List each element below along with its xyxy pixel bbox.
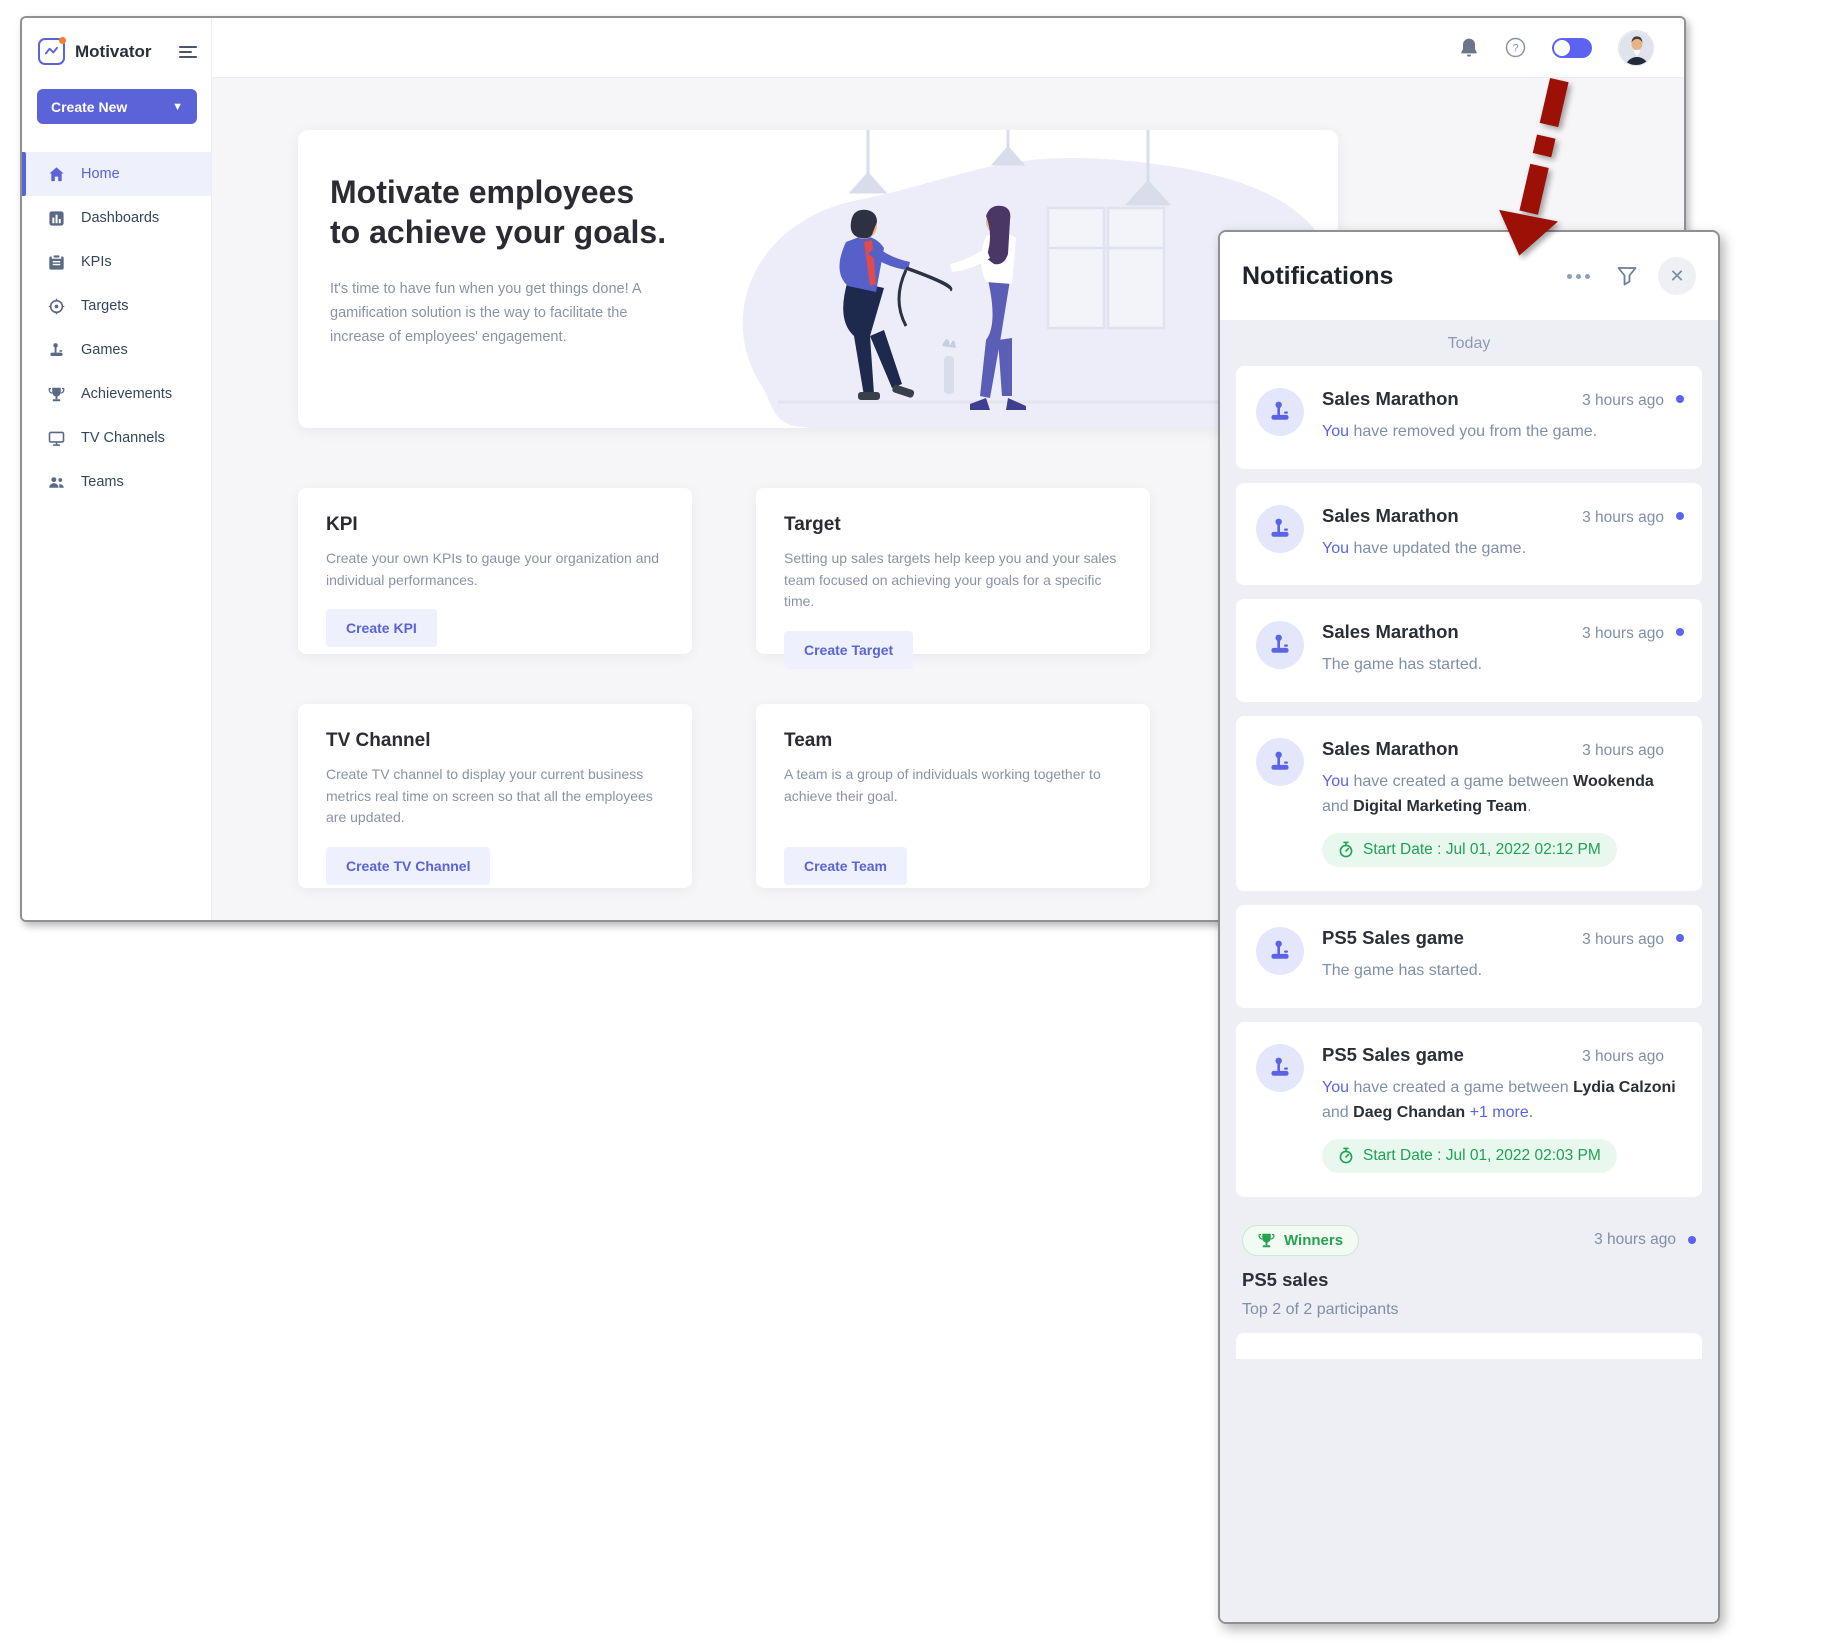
joystick-icon xyxy=(1256,388,1304,436)
start-date-badge: Start Date : Jul 01, 2022 02:12 PM xyxy=(1322,832,1617,867)
winners-subtitle: Top 2 of 2 participants xyxy=(1242,1300,1399,1318)
stopwatch-icon xyxy=(1339,842,1353,858)
sidebar-item-targets[interactable]: Targets xyxy=(22,284,211,328)
create-target-button[interactable]: Create Target xyxy=(784,631,914,670)
team-card-title: Team xyxy=(784,730,833,751)
hero-card: Motivate employees to achieve your goals… xyxy=(298,130,1338,428)
create-team-button[interactable]: Create Team xyxy=(784,847,908,886)
notification-card[interactable]: Sales Marathon 3 hours ago You have remov… xyxy=(1236,366,1702,469)
more-options-icon[interactable] xyxy=(1567,273,1590,279)
sidebar-item-dashboards[interactable]: Dashboards xyxy=(22,196,211,240)
notification-card[interactable]: Sales Marathon 3 hours ago You have updat… xyxy=(1236,482,1702,586)
svg-text:?: ? xyxy=(1512,43,1518,55)
theme-toggle[interactable] xyxy=(1552,37,1592,58)
app-title: Motivator xyxy=(75,41,152,61)
more-participants-link[interactable]: +1 more. xyxy=(1470,1104,1534,1121)
targets-icon xyxy=(48,298,65,314)
winners-notification[interactable]: Winners 3 hours ago PS5 sales Top 2 of 2… xyxy=(1236,1211,1702,1329)
target-card-title: Target xyxy=(784,514,841,535)
notification-card[interactable]: Sales Marathon 3 hours ago The game has s… xyxy=(1236,599,1702,702)
filter-icon[interactable] xyxy=(1616,265,1638,287)
unread-dot xyxy=(1688,1236,1696,1245)
sidebar-nav: Home Dashboards KPIs Targets Games Achie… xyxy=(22,152,211,504)
target-card: Target Setting up sales targets help kee… xyxy=(756,488,1150,670)
kpi-card: KPI Create your own KPIs to gauge your o… xyxy=(298,488,692,654)
team-card-description: A team is a group of individuals working… xyxy=(784,766,1101,804)
bell-icon[interactable] xyxy=(1459,37,1479,59)
unread-dot xyxy=(1676,395,1684,403)
annotation-arrow xyxy=(1499,78,1569,256)
trophy-icon xyxy=(1258,1233,1275,1248)
collapse-menu-icon[interactable] xyxy=(179,43,197,61)
tv-channel-card-description: Create TV channel to display your curren… xyxy=(326,766,653,826)
winners-badge: Winners xyxy=(1242,1224,1360,1256)
help-icon[interactable]: ? xyxy=(1505,37,1526,58)
sidebar-item-tv-channels[interactable]: TV Channels xyxy=(22,416,211,460)
caret-down-icon: ▼ xyxy=(172,100,183,113)
notifications-panel: Notifications ✕ Today Sales Marathon 3 ho… xyxy=(1218,230,1720,1624)
notifications-header: Notifications ✕ xyxy=(1220,232,1718,320)
logo-row: Motivator xyxy=(22,18,211,75)
sidebar-item-teams[interactable]: Teams xyxy=(22,460,211,504)
sidebar-item-kpis[interactable]: KPIs xyxy=(22,240,211,284)
dashboards-icon xyxy=(49,210,64,226)
joystick-icon xyxy=(1256,737,1304,786)
sidebar-item-games[interactable]: Games xyxy=(22,328,211,372)
team-card: Team A team is a group of individuals wo… xyxy=(756,704,1150,888)
notification-card[interactable]: PS5 Sales game 3 hours ago You have creat… xyxy=(1236,1021,1702,1197)
unread-dot xyxy=(1676,511,1684,520)
create-tv-channel-button[interactable]: Create TV Channel xyxy=(326,847,491,886)
games-icon xyxy=(50,342,63,356)
teams-icon xyxy=(49,476,64,488)
partially-visible-card xyxy=(1236,1332,1702,1359)
notification-card[interactable]: PS5 Sales game 3 hours ago The game has s… xyxy=(1236,904,1702,1008)
motivator-logo-icon xyxy=(38,37,66,65)
create-kpi-button[interactable]: Create KPI xyxy=(326,609,437,648)
unread-dot xyxy=(1676,628,1684,637)
stopwatch-icon xyxy=(1339,1147,1353,1164)
notification-card[interactable]: Sales Marathon 3 hours ago You have creat… xyxy=(1236,715,1702,891)
target-card-description: Setting up sales targets help keep you a… xyxy=(784,550,1117,610)
tv-channels-icon xyxy=(48,431,65,446)
joystick-icon xyxy=(1256,621,1304,670)
sidebar-item-achievements[interactable]: Achievements xyxy=(22,372,211,416)
joystick-icon xyxy=(1256,926,1304,975)
joystick-icon xyxy=(1256,504,1304,553)
home-icon xyxy=(49,166,64,181)
sidebar: Motivator Create New ▼ Home Dashboards K… xyxy=(22,18,212,920)
topbar: ? xyxy=(212,18,1684,78)
tv-channel-card: TV Channel Create TV channel to display … xyxy=(298,704,692,888)
kpis-icon xyxy=(49,254,64,270)
unread-dot xyxy=(1676,933,1684,942)
hero-description: It's time to have fun when you get thing… xyxy=(330,281,641,345)
notifications-list: Today Sales Marathon 3 hours ago You have… xyxy=(1220,320,1718,1622)
today-section-label: Today xyxy=(1447,335,1491,352)
create-new-button[interactable]: Create New ▼ xyxy=(37,89,197,124)
kpi-card-title: KPI xyxy=(326,514,358,535)
tv-channel-card-title: TV Channel xyxy=(326,730,431,751)
kpi-card-description: Create your own KPIs to gauge your organ… xyxy=(326,550,660,588)
hero-title: Motivate employees to achieve your goals… xyxy=(330,174,667,250)
winners-game-title: PS5 sales xyxy=(1242,1268,1329,1290)
close-icon[interactable]: ✕ xyxy=(1658,257,1696,295)
joystick-icon xyxy=(1256,1043,1304,1092)
achievements-icon xyxy=(48,387,65,401)
avatar[interactable] xyxy=(1618,29,1654,66)
sidebar-item-home[interactable]: Home xyxy=(22,152,211,196)
start-date-badge: Start Date : Jul 01, 2022 02:03 PM xyxy=(1322,1138,1617,1173)
